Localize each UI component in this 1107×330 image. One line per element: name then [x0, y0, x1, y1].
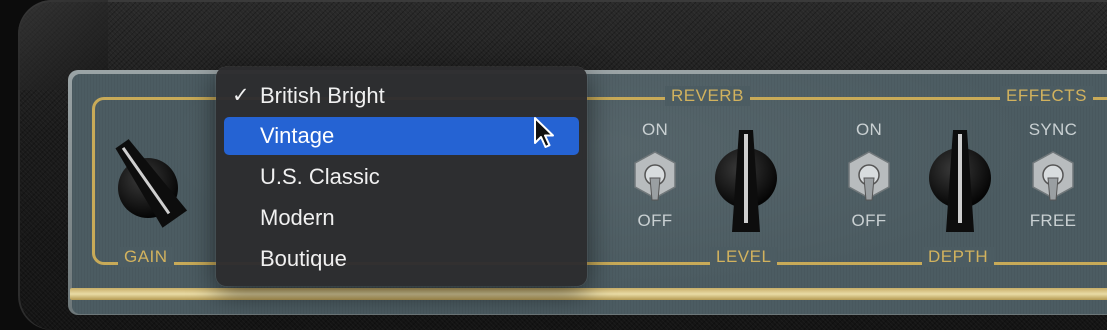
menu-item-british-bright[interactable]: ✓ British Bright — [224, 77, 579, 115]
reverb-off-label: OFF — [637, 211, 673, 230]
effects-off-label: OFF — [851, 211, 887, 230]
menu-item-boutique[interactable]: Boutique — [224, 240, 579, 278]
gain-knob[interactable] — [108, 128, 198, 233]
reverb-section-label: REVERB — [665, 86, 750, 106]
menu-item-label: Boutique — [260, 246, 347, 271]
gain-label: GAIN — [118, 247, 174, 267]
checkmark-icon: ✓ — [232, 84, 250, 107]
level-knob[interactable] — [713, 128, 779, 238]
depth-label: DEPTH — [922, 247, 995, 267]
mouse-pointer-icon — [534, 117, 554, 148]
reverb-on-off-toggle[interactable] — [630, 150, 680, 205]
amp-model-popup-menu: ✓ British Bright Vintage U.S. Classic Mo… — [216, 67, 587, 286]
effects-on-label: ON — [855, 120, 883, 139]
menu-item-label: Modern — [260, 205, 335, 230]
depth-knob[interactable] — [927, 128, 993, 238]
sync-free-toggle[interactable] — [1028, 150, 1078, 205]
menu-item-us-classic[interactable]: U.S. Classic — [224, 158, 579, 196]
free-label: FREE — [1029, 211, 1077, 230]
reverb-on-label: ON — [641, 120, 669, 139]
effects-on-off-toggle[interactable] — [844, 150, 894, 205]
grille-trim-strip — [70, 288, 1107, 300]
menu-item-label: British Bright — [260, 83, 385, 108]
effects-section-label: EFFECTS — [1000, 86, 1093, 106]
level-label: LEVEL — [710, 247, 778, 267]
sync-label: SYNC — [1028, 120, 1078, 139]
menu-item-modern[interactable]: Modern — [224, 199, 579, 237]
menu-item-label: Vintage — [260, 123, 335, 148]
menu-item-label: U.S. Classic — [260, 164, 380, 189]
menu-item-vintage[interactable]: Vintage — [224, 117, 579, 155]
